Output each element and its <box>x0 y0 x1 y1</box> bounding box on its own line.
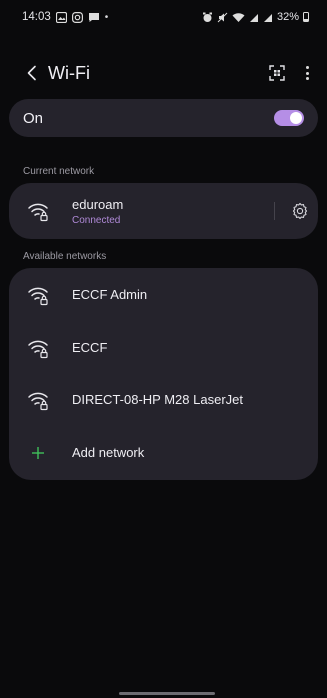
signal-2-icon <box>263 13 272 22</box>
network-item[interactable]: DIRECT-08-HP M28 LaserJet <box>9 375 318 425</box>
add-network-label: Add network <box>72 445 145 460</box>
back-button[interactable] <box>18 59 46 87</box>
notification-dot-icon: • <box>104 11 109 23</box>
wifi-secured-icon <box>28 340 48 359</box>
wifi-toggle-label: On <box>23 109 44 127</box>
vertical-divider <box>274 202 275 220</box>
available-networks-section-label: Available networks <box>23 251 107 262</box>
wifi-secured-icon <box>28 203 48 222</box>
network-name: DIRECT-08-HP M28 LaserJet <box>72 392 243 407</box>
clock: 14:03 <box>22 11 51 23</box>
network-name: ECCF <box>72 340 108 355</box>
image-notification-icon <box>55 11 67 23</box>
network-name: ECCF Admin <box>72 287 148 302</box>
gear-icon <box>292 202 308 220</box>
instagram-notification-icon <box>71 11 83 23</box>
more-dot <box>305 77 309 80</box>
network-item[interactable]: ECCF <box>9 323 318 373</box>
qr-scan-button[interactable] <box>265 61 289 85</box>
add-network-button[interactable]: Add network <box>9 428 318 478</box>
wifi-secured-icon <box>28 287 48 306</box>
wifi-secured-icon <box>28 392 48 411</box>
wifi-master-toggle-row[interactable]: On <box>9 99 318 137</box>
plus-icon <box>32 447 44 459</box>
network-item[interactable]: ECCF Admin <box>9 270 318 320</box>
available-networks-card: ECCF Admin ECCF DIRECT-08-HP M28 LaserJe… <box>9 268 318 480</box>
app-header: Wi-Fi <box>0 56 327 90</box>
messages-notification-icon <box>88 12 99 22</box>
signal-1-icon <box>249 13 258 22</box>
battery-icon <box>303 12 309 22</box>
battery-percent: 32% <box>276 11 299 23</box>
page-title: Wi-Fi <box>48 62 90 83</box>
qr-code-scan-icon <box>269 65 285 81</box>
mute-vibrate-icon <box>217 12 228 22</box>
wifi-toggle-switch[interactable] <box>274 110 304 126</box>
current-network-card: eduroam Connected <box>9 183 318 239</box>
wifi-status-icon <box>232 12 245 22</box>
more-options-button[interactable] <box>297 61 317 85</box>
current-network-section-label: Current network <box>23 166 95 177</box>
current-network-row[interactable]: eduroam Connected <box>9 183 269 239</box>
more-dot <box>305 66 309 69</box>
alarm-icon <box>202 12 212 22</box>
status-bar: 14:03 • 32% <box>0 0 327 34</box>
current-network-name: eduroam <box>72 197 124 212</box>
status-bar-left: 14:03 • <box>22 11 108 23</box>
network-settings-button[interactable] <box>289 200 311 222</box>
gesture-home-bar[interactable] <box>119 692 215 695</box>
chevron-left-icon <box>27 65 36 81</box>
current-network-status: Connected <box>72 215 121 226</box>
status-bar-right: 32% <box>202 11 309 23</box>
more-dot <box>305 71 309 75</box>
